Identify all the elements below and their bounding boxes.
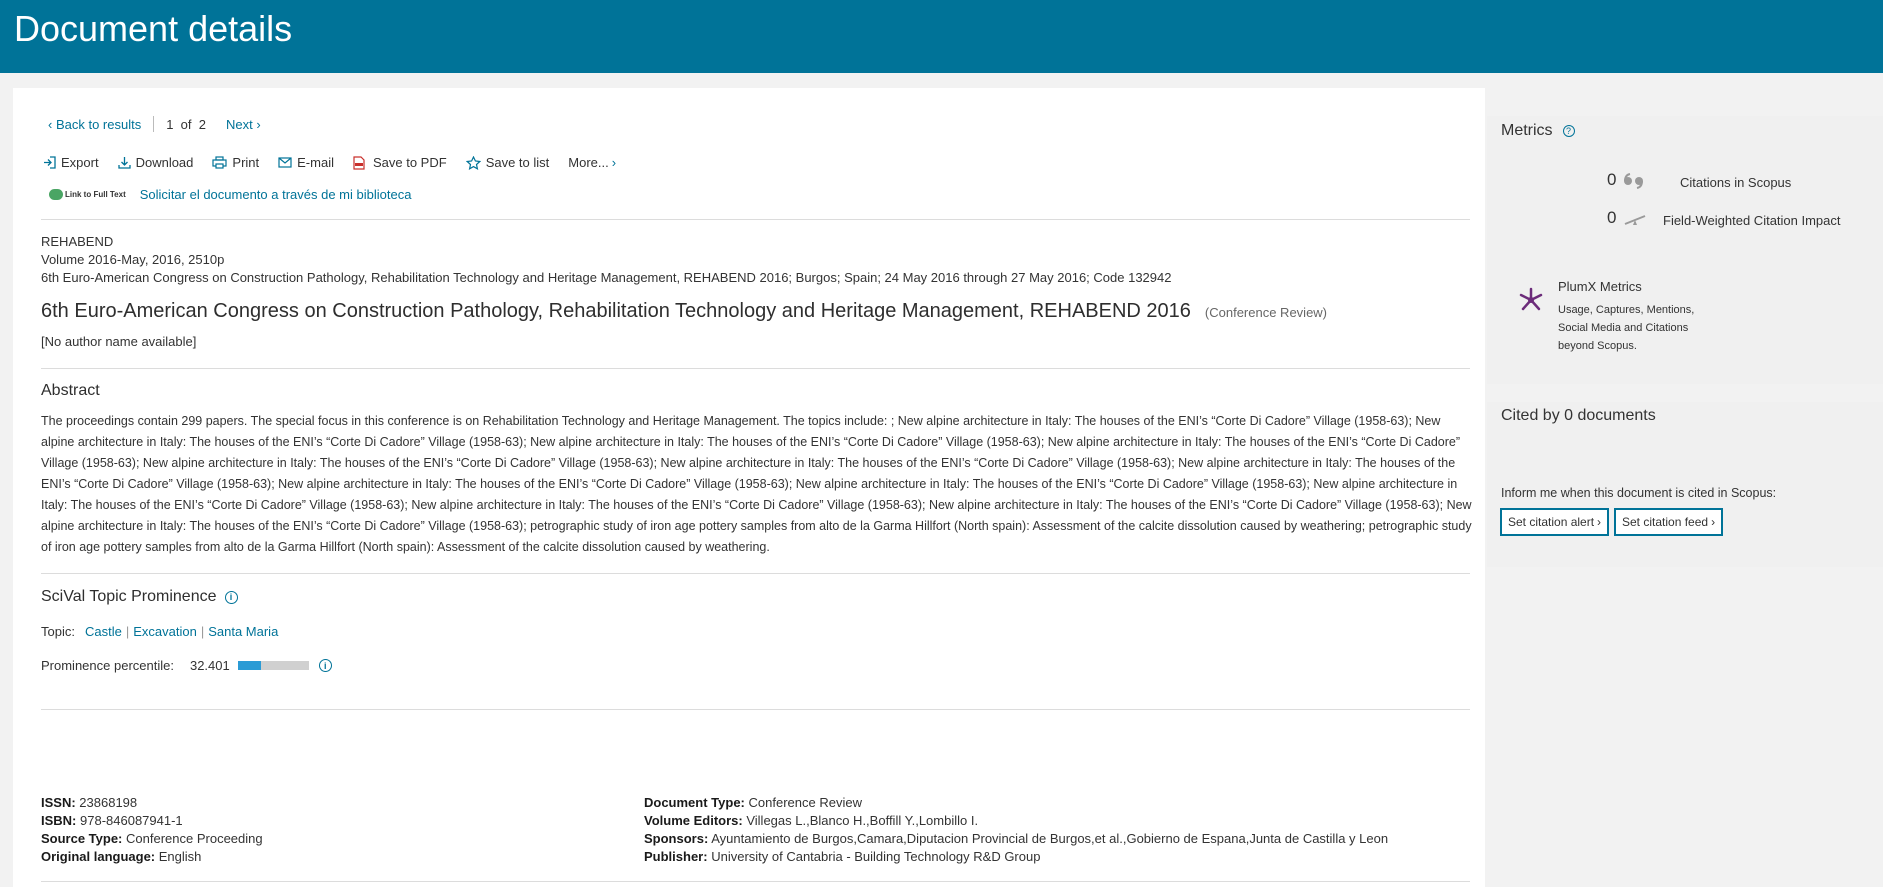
- library-request-link[interactable]: Solicitar el documento a través de mi bi…: [140, 187, 412, 202]
- document-panel: ‹ Back to results 1 of 2 Next › Export D…: [13, 88, 1485, 887]
- export-button[interactable]: Export: [43, 155, 99, 170]
- bibliographic-info-right: Document Type: Conference Review Volume …: [644, 794, 1388, 866]
- source-title: REHABEND: [41, 234, 114, 249]
- volume-editors-row: Volume Editors: Villegas L.,Blanco H.,Bo…: [644, 813, 979, 828]
- chevron-right-icon: ›: [1711, 515, 1716, 529]
- cited-by-heading: Cited by 0 documents: [1501, 407, 1656, 424]
- help-icon[interactable]: ?: [1562, 125, 1575, 137]
- next-result-link[interactable]: Next ›: [226, 117, 261, 132]
- document-title-row: 6th Euro-American Congress on Constructi…: [41, 300, 1327, 323]
- result-navigation: ‹ Back to results 1 of 2 Next ›: [48, 116, 261, 132]
- printer-icon: [212, 156, 228, 169]
- more-button[interactable]: More... ›: [568, 155, 616, 170]
- divider: |: [125, 624, 130, 639]
- envelope-icon: [278, 157, 292, 168]
- topic-link-castle[interactable]: Castle: [85, 624, 122, 639]
- save-to-pdf-button[interactable]: Save to PDF: [353, 155, 447, 170]
- divider: [41, 709, 1470, 710]
- page-header: Document details: [0, 0, 1883, 73]
- citation-alert-prompt: Inform me when this document is cited in…: [1501, 486, 1777, 500]
- divider: |: [200, 624, 205, 639]
- divider: [41, 573, 1470, 574]
- plumx-description: Usage, Captures, Mentions, Social Media …: [1558, 304, 1695, 352]
- isbn-row: ISBN: 978-846087941-1: [41, 813, 183, 828]
- info-icon[interactable]: i: [224, 590, 238, 604]
- email-button[interactable]: E-mail: [278, 155, 334, 170]
- abstract-text: The proceedings contain 299 papers. The …: [41, 414, 1472, 554]
- pdf-icon: [353, 155, 365, 170]
- source-type-row: Source Type: Conference Proceeding: [41, 831, 263, 846]
- star-icon: [465, 155, 481, 170]
- info-icon[interactable]: i: [318, 659, 332, 672]
- prominence-bar-fill: [237, 661, 261, 670]
- sfx-logo-icon: [49, 189, 63, 200]
- issn-row: ISSN: 23868198: [41, 795, 138, 810]
- source-volume: Volume 2016-May, 2016, 2510p: [41, 252, 225, 267]
- author-list: [No author name available]: [41, 334, 197, 349]
- topic-link-santa-maria[interactable]: Santa Maria: [208, 624, 278, 639]
- result-pager: 1 of 2: [166, 116, 206, 132]
- prominence-value: 32.401: [189, 658, 230, 673]
- scival-heading: SciVal Topic Prominence i: [41, 588, 238, 606]
- citations-label[interactable]: Citations in Scopus: [1680, 175, 1791, 190]
- fwci-count[interactable]: 0: [1607, 208, 1616, 228]
- divider: [41, 219, 1470, 220]
- publisher-row: Publisher: University of Cantabria - Bui…: [644, 849, 1041, 864]
- divider: [153, 116, 155, 132]
- sponsors-row: Sponsors: Ayuntamiento de Burgos,Camara,…: [644, 831, 1389, 846]
- set-citation-alert-button[interactable]: Set citation alert ›: [1500, 508, 1610, 536]
- bibliographic-info-left: ISSN: 23868198 ISBN: 978-846087941-1 Sou…: [41, 794, 263, 866]
- divider: [41, 881, 1470, 882]
- back-to-results-link[interactable]: ‹ Back to results: [48, 117, 141, 132]
- document-type-row: Document Type: Conference Review: [644, 795, 862, 810]
- fwci-label[interactable]: Field-Weighted Citation Impact: [1663, 213, 1841, 228]
- chevron-right-icon: ›: [252, 116, 261, 132]
- link-to-full-text-badge[interactable]: Link to Full Text: [49, 189, 126, 200]
- quote-icon: [1624, 173, 1643, 189]
- document-toolbar: Export Download Print E-mail Save to PDF…: [43, 155, 635, 170]
- topic-row: Topic: Castle | Excavation | Santa Maria: [41, 624, 279, 639]
- document-title: 6th Euro-American Congress on Constructi…: [41, 300, 1191, 322]
- metrics-panel: Metrics ? 0 Citations in Scopus 0 Field-…: [1487, 116, 1883, 384]
- conference-info: 6th Euro-American Congress on Constructi…: [41, 270, 1172, 285]
- topic-link-excavation[interactable]: Excavation: [133, 624, 197, 639]
- prominence-row: Prominence percentile: 32.401 i: [41, 658, 332, 673]
- plumx-logo-icon: [1519, 287, 1543, 311]
- download-icon: [117, 157, 131, 169]
- metrics-heading: Metrics ?: [1501, 122, 1575, 140]
- plumx-title[interactable]: PlumX Metrics: [1558, 279, 1642, 294]
- page-title: Document details: [14, 8, 293, 49]
- balance-icon: [1624, 215, 1646, 225]
- set-citation-feed-button[interactable]: Set citation feed ›: [1614, 508, 1724, 536]
- chevron-left-icon: ‹: [48, 116, 56, 132]
- prominence-bar: [237, 661, 309, 670]
- cited-by-panel: Cited by 0 documents Inform me when this…: [1487, 402, 1883, 567]
- download-button[interactable]: Download: [117, 155, 193, 170]
- full-text-row: Link to Full Text Solicitar el documento…: [49, 187, 411, 202]
- citations-count[interactable]: 0: [1607, 170, 1616, 190]
- chevron-right-icon: ›: [611, 155, 617, 170]
- abstract-heading: Abstract: [41, 382, 100, 399]
- export-icon: [44, 156, 56, 169]
- language-row: Original language: English: [41, 849, 202, 864]
- chevron-right-icon: ›: [1597, 515, 1602, 529]
- divider: [41, 368, 1470, 369]
- save-to-list-button[interactable]: Save to list: [465, 155, 549, 170]
- document-type-label: (Conference Review): [1204, 305, 1328, 320]
- print-button[interactable]: Print: [212, 155, 259, 170]
